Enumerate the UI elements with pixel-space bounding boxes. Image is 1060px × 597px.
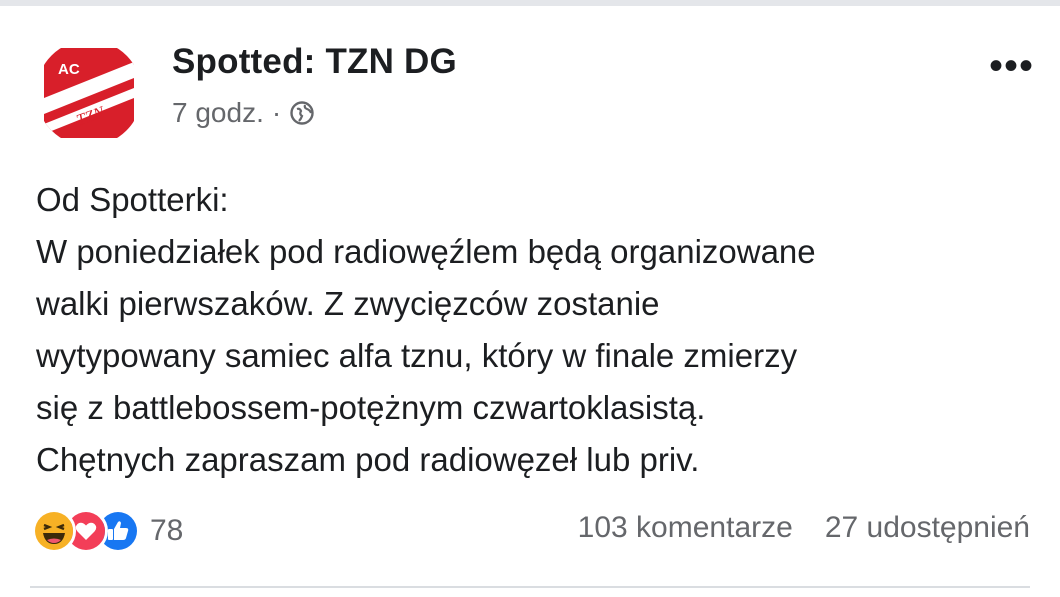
post-line: wytypowany samiec alfa tznu, który w fin… (36, 337, 798, 374)
reaction-summary[interactable]: 78 (32, 509, 183, 553)
page-name[interactable]: Spotted: TZN DG (172, 42, 457, 82)
globe-icon (289, 100, 315, 126)
facebook-post: AC TZN Spotted: TZN DG 7 godz. · ••• Od … (0, 0, 1060, 597)
more-options-icon[interactable]: ••• (989, 46, 1034, 86)
post-timestamp[interactable]: 7 godz. (172, 97, 264, 129)
post-stats: 103 komentarze 27 udostępnień (578, 511, 1030, 545)
post-meta: 7 godz. · (172, 97, 315, 129)
post-line: W poniedziałek pod radiowęźlem będą orga… (36, 233, 816, 270)
post-line: walki pierwszaków. Z zwycięzców zostanie (36, 285, 660, 322)
post-line: Od Spotterki: (36, 181, 229, 218)
page-avatar[interactable]: AC TZN (36, 40, 142, 146)
post-divider (30, 586, 1030, 588)
post-line: się z battlebossem-potężnym czwartoklasi… (36, 389, 706, 426)
tzn-logo-icon: AC TZN (36, 40, 142, 146)
post-body: Od Spotterki: W poniedziałek pod radiowę… (36, 174, 1036, 486)
post-line: Chętnych zapraszam pod radiowęzeł lub pr… (36, 441, 700, 478)
svg-text:AC: AC (58, 61, 80, 78)
shares-count-link[interactable]: 27 udostępnień (825, 511, 1030, 545)
meta-separator: · (271, 97, 282, 128)
haha-icon (32, 509, 76, 553)
comments-count-link[interactable]: 103 komentarze (578, 511, 793, 545)
reaction-count[interactable]: 78 (150, 514, 183, 548)
